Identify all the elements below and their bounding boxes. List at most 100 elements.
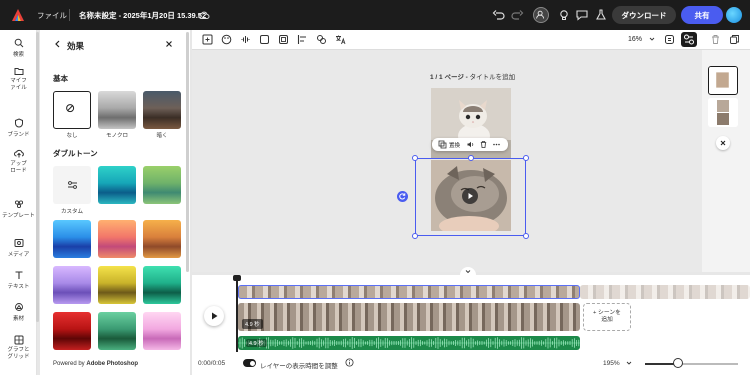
layer-thumbnail[interactable] — [708, 98, 738, 127]
translate-icon[interactable] — [335, 34, 346, 45]
rail-item-charts[interactable]: グラフとグリッド — [0, 335, 37, 361]
duotone-teal[interactable] — [98, 166, 136, 204]
duotone-pink[interactable] — [143, 312, 181, 350]
rail-item-search[interactable]: 検索 — [0, 38, 37, 58]
flask-icon[interactable] — [594, 8, 608, 22]
audio-track[interactable] — [238, 336, 580, 350]
effect-darken[interactable] — [143, 91, 181, 129]
timeline-play-button[interactable] — [204, 306, 224, 326]
top-bar: ファイル 名称未設定 - 2025年1月20日 15.39.52 ダウンロード … — [0, 0, 750, 30]
duotone-green[interactable] — [143, 166, 181, 204]
effect-none[interactable] — [53, 91, 91, 129]
rail-label: アップロード — [10, 161, 27, 174]
layers-icon — [684, 34, 694, 45]
close-icon[interactable] — [164, 39, 174, 49]
rail-label: ブランド — [7, 132, 30, 138]
playhead[interactable] — [236, 276, 238, 352]
trash-icon[interactable] — [710, 34, 721, 45]
page-title-input[interactable]: タイトルを追加 — [470, 74, 516, 81]
lightbulb-icon[interactable] — [557, 8, 571, 22]
download-button[interactable]: ダウンロード — [612, 6, 676, 24]
audio-waveform — [238, 337, 580, 349]
video-clip-track[interactable] — [238, 303, 580, 331]
trash-icon[interactable] — [479, 140, 488, 149]
rail-label: テキスト — [7, 284, 30, 290]
volume-icon[interactable] — [466, 140, 475, 149]
add-scene-label: 追加 — [601, 317, 613, 323]
timeline-zoom-level[interactable]: 195% — [603, 360, 620, 367]
effect-label: カスタム — [60, 209, 83, 215]
duotone-blue[interactable] — [53, 220, 91, 258]
resize-icon[interactable] — [202, 34, 213, 45]
audio-wave-icon[interactable] — [240, 34, 251, 45]
play-icon — [468, 193, 473, 199]
search-icon — [14, 38, 23, 48]
replace-button[interactable]: 置換 — [449, 141, 460, 149]
replace-icon[interactable] — [438, 140, 447, 149]
duotone-yellow[interactable] — [98, 266, 136, 304]
powered-by: Powered by Adobe Photoshop — [53, 361, 138, 367]
crop-icon[interactable] — [278, 34, 289, 45]
align-icon[interactable] — [297, 34, 308, 45]
rail-item-media[interactable]: メディア — [0, 238, 37, 258]
effect-label: モノクロ — [105, 133, 128, 139]
duotone-custom[interactable] — [53, 166, 91, 204]
text-icon — [15, 271, 22, 279]
rail-item-elements[interactable]: 素材 — [0, 302, 37, 322]
sliders-icon — [68, 181, 77, 189]
add-scene-button[interactable]: + シーンを 追加 — [583, 303, 631, 331]
video-play-button[interactable] — [462, 188, 478, 204]
duotone-red[interactable] — [53, 312, 91, 350]
page-counter: 1 / 1 ページ - — [430, 74, 470, 81]
duotone-forest[interactable] — [98, 312, 136, 350]
undo-icon[interactable] — [492, 8, 506, 22]
rotate-handle[interactable] — [397, 191, 408, 202]
duotone-mint[interactable] — [143, 266, 181, 304]
back-arrow-icon[interactable] — [53, 39, 63, 49]
rail-item-upload[interactable]: アップロード — [0, 149, 37, 175]
chevron-down-icon[interactable] — [649, 36, 655, 42]
share-button[interactable]: 共有 — [681, 6, 723, 24]
duotone-sunset[interactable] — [98, 220, 136, 258]
duotone-lavender[interactable] — [53, 266, 91, 304]
grid-view-icon[interactable] — [664, 34, 675, 45]
rail-item-brand[interactable]: ブランド — [0, 118, 37, 138]
duplicate-icon[interactable] — [729, 34, 740, 45]
resize-handle[interactable] — [412, 155, 418, 161]
user-avatar[interactable] — [726, 7, 742, 23]
resize-handle[interactable] — [523, 233, 529, 239]
chevron-down-icon[interactable] — [626, 360, 632, 366]
scene-track[interactable] — [238, 285, 580, 299]
resize-handle[interactable] — [468, 155, 474, 161]
shape-icon[interactable] — [259, 34, 270, 45]
file-menu[interactable]: ファイル — [37, 10, 67, 21]
duotone-amber[interactable] — [143, 220, 181, 258]
layers-toggle-button[interactable] — [681, 32, 697, 47]
page-info: 1 / 1 ページ - タイトルを追加 — [430, 71, 515, 81]
zoom-level[interactable]: 16% — [628, 36, 642, 43]
group-icon[interactable] — [316, 34, 327, 45]
resize-handle[interactable] — [523, 155, 529, 161]
comment-icon[interactable] — [575, 8, 589, 22]
adobe-express-logo[interactable] — [11, 8, 25, 22]
divider — [69, 9, 70, 21]
close-icon[interactable] — [716, 136, 730, 150]
redo-icon[interactable] — [510, 8, 524, 22]
palette-icon[interactable] — [221, 34, 232, 45]
rail-item-my-files[interactable]: マイファイル — [0, 66, 37, 92]
document-title[interactable]: 名称未設定 - 2025年1月20日 15.39.52 — [79, 10, 206, 21]
info-icon[interactable] — [345, 358, 354, 367]
rail-label: メディア — [7, 252, 30, 258]
effect-monochrome[interactable] — [98, 91, 136, 129]
more-icon[interactable] — [492, 140, 501, 149]
layer-duration-toggle[interactable] — [243, 359, 256, 367]
page-thumbnail[interactable] — [708, 66, 738, 95]
rail-item-templates[interactable]: テンプレート — [0, 199, 37, 219]
effects-panel: 効果 基本 なし モノクロ 暗く ダブルトーン カスタム Powered by … — [40, 30, 190, 375]
panel-scrollbar[interactable] — [186, 32, 189, 272]
collaborator-icon[interactable] — [533, 7, 549, 23]
rail-item-text[interactable]: テキスト — [0, 270, 37, 290]
resize-handle[interactable] — [412, 233, 418, 239]
rail-scrollbar[interactable] — [36, 32, 39, 322]
left-rail: 検索 マイファイル ブランド アップロード テンプレート メディア テキスト 素… — [0, 30, 37, 375]
